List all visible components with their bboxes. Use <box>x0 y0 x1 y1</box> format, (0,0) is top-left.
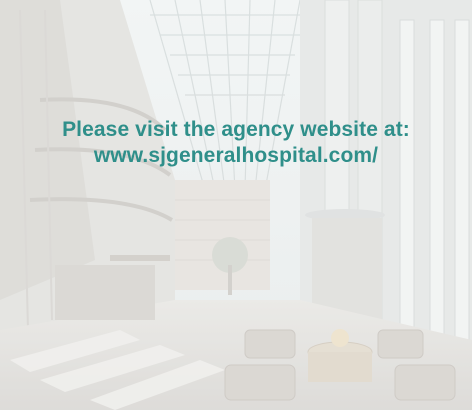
agency-website-notice: Please visit the agency website at: www.… <box>0 117 472 169</box>
notice-line-1: Please visit the agency website at: <box>62 118 410 141</box>
page: Please visit the agency website at: www.… <box>0 0 472 410</box>
website-url-text: www.sjgeneralhospital.com/ <box>93 144 379 167</box>
atrium-background-image <box>0 0 472 410</box>
